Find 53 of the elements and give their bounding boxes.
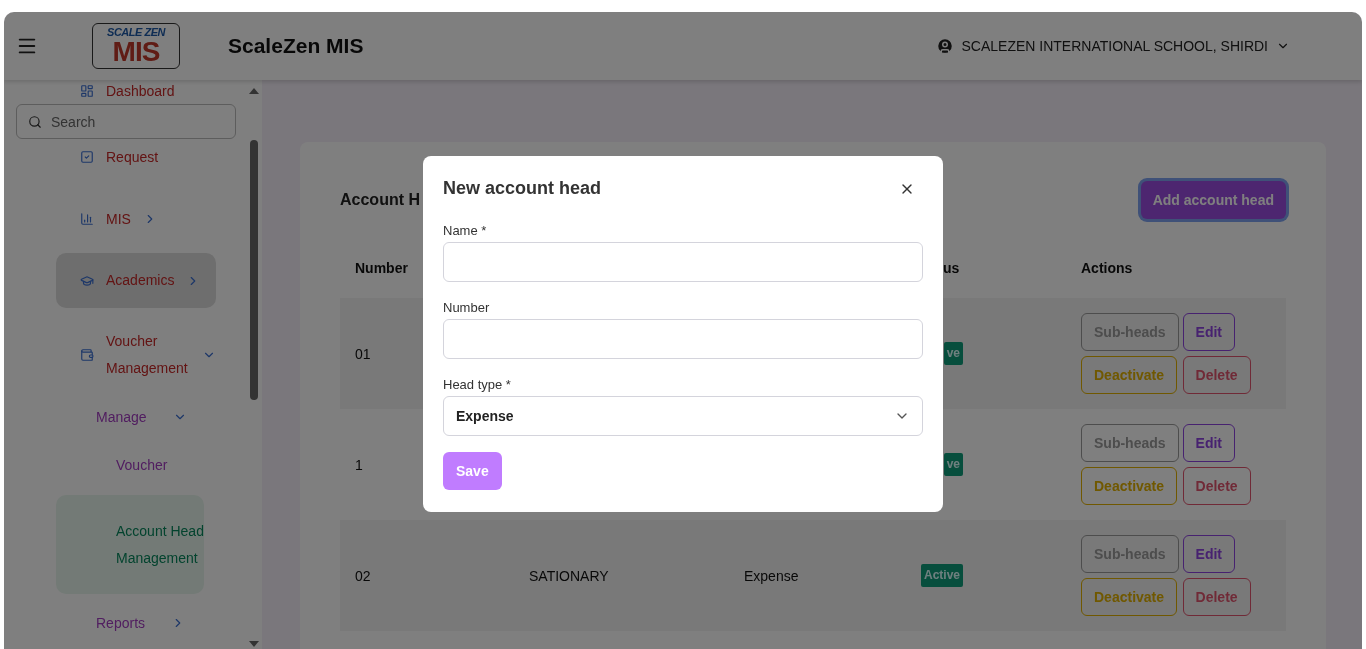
search-field[interactable]: Search: [16, 104, 236, 139]
dashboard-icon: [80, 84, 94, 98]
field-label: Number: [443, 300, 490, 315]
table-cell: SATIONARY: [529, 567, 609, 584]
select-field[interactable]: Expense: [443, 396, 923, 436]
column-header: us: [942, 260, 960, 276]
column-header: Number: [355, 260, 408, 276]
scrollbar-thumb[interactable]: [250, 140, 258, 400]
bar-chart-icon: [80, 212, 94, 226]
input-field[interactable]: [443, 242, 923, 282]
sidebar-item[interactable]: Voucher Management: [56, 326, 216, 384]
dialog-title: New account head: [443, 178, 602, 199]
school-selector[interactable]: SCALEZEN INTERNATIONAL SCHOOL, SHIRDI: [929, 36, 1296, 56]
field-label: Name *: [443, 223, 487, 238]
action-button[interactable]: Edit: [1182, 313, 1236, 351]
scroll-up-icon[interactable]: [249, 88, 259, 94]
action-button[interactable]: Delete: [1182, 578, 1251, 616]
save-button[interactable]: Save: [443, 452, 502, 490]
action-button[interactable]: Deactivate: [1081, 578, 1178, 616]
sidebar-item[interactable]: Academics: [56, 253, 216, 308]
table-cell: Expense: [744, 567, 799, 584]
sidebar-subitem[interactable]: Reports: [96, 608, 216, 638]
checkbox-icon: [80, 150, 94, 164]
status-badge: ve: [943, 342, 963, 365]
sidebar-item[interactable]: Request: [56, 141, 216, 173]
app-title: ScaleZen MIS: [228, 34, 364, 58]
action-button[interactable]: Edit: [1182, 535, 1236, 573]
page-heading: Account H: [340, 191, 420, 209]
action-button[interactable]: Deactivate: [1081, 467, 1178, 505]
action-button[interactable]: Deactivate: [1081, 356, 1178, 394]
sidebar-item[interactable]: MIS: [56, 203, 216, 235]
table-cell: 02: [355, 567, 371, 584]
logo: SCALE ZEN MIS: [92, 23, 180, 69]
table-cell: 01: [355, 345, 371, 362]
action-button[interactable]: Delete: [1182, 356, 1251, 394]
graduation-cap-icon: [80, 273, 94, 288]
add-account-head-button[interactable]: Add account head: [1140, 181, 1286, 219]
action-button[interactable]: Delete: [1182, 467, 1251, 505]
status-badge: ve: [943, 453, 963, 476]
status-badge: Active: [920, 564, 963, 587]
column-header: Actions: [1081, 260, 1133, 276]
table-cell: 1: [355, 456, 363, 473]
user-icon: [935, 37, 954, 55]
sidebar-subitem[interactable]: Account Head Management: [56, 495, 204, 594]
sidebar-subitem[interactable]: Voucher: [56, 450, 204, 480]
wallet-icon: [80, 348, 94, 362]
action-button[interactable]: Edit: [1182, 424, 1236, 462]
scroll-down-icon[interactable]: [249, 641, 259, 647]
search-icon: [28, 115, 42, 129]
field-label: Head type *: [443, 377, 511, 392]
input-field[interactable]: [443, 319, 923, 359]
sidebar-subitem[interactable]: Manage: [96, 402, 216, 432]
sidebar-item[interactable]: Dashboard: [56, 80, 216, 102]
